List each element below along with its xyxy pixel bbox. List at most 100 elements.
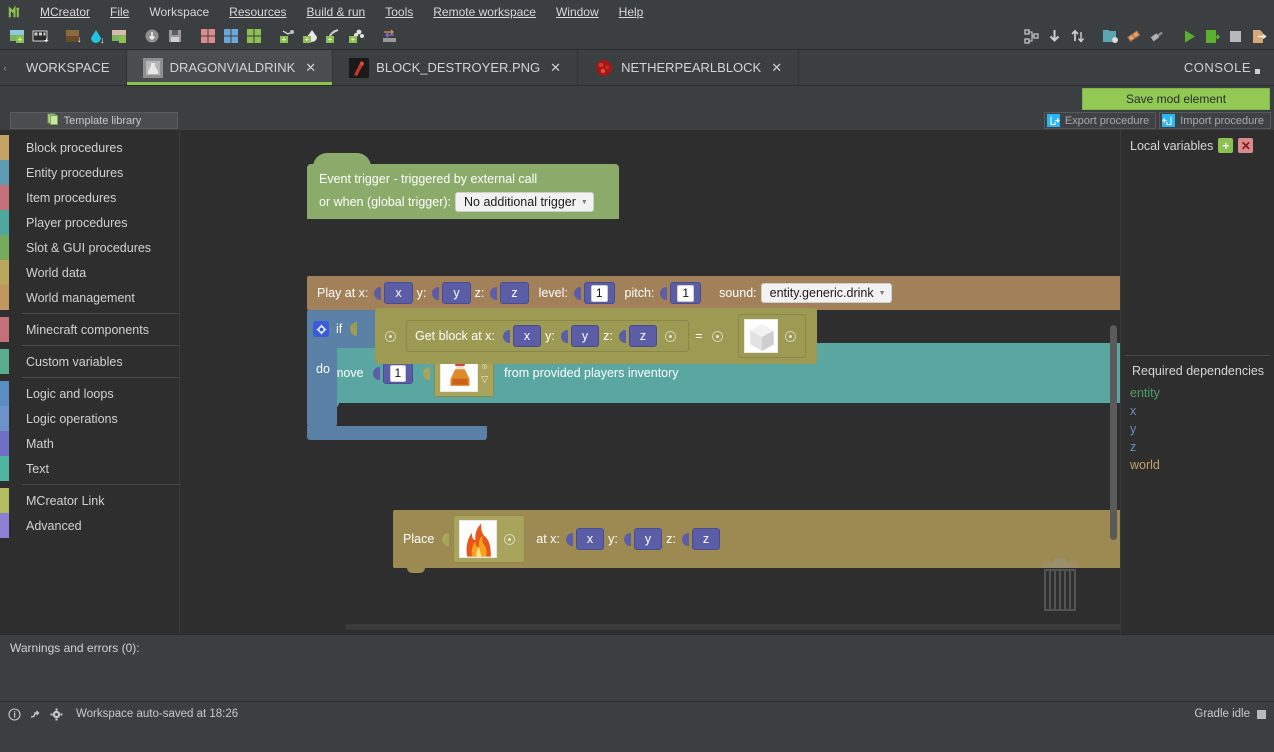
info-icon[interactable] [8, 707, 21, 721]
toolbox-category-custom-variables[interactable]: Custom variables [0, 349, 179, 374]
play-sound-pitch-slot[interactable]: 1 [670, 282, 702, 304]
menu-item-window[interactable]: Window [546, 2, 609, 22]
blockly-canvas[interactable]: Event trigger - triggered by external ca… [180, 130, 1120, 634]
mutator-gear-icon[interactable] [313, 321, 329, 337]
block-condition-compare[interactable]: Get block at x: x y: y z: z = [375, 308, 818, 364]
plus-icon[interactable]: + [1218, 138, 1234, 153]
toolbox-category-entity-procedures[interactable]: Entity procedures [0, 160, 179, 185]
run-server-icon[interactable] [1204, 28, 1221, 45]
upload-icon[interactable] [1069, 28, 1086, 45]
menu-item-help[interactable]: Help [609, 2, 654, 22]
play-sound-pitch-value[interactable]: 1 [677, 284, 695, 302]
canvas-horizontal-scrollbar[interactable] [345, 624, 1120, 630]
tab-block-destroyer-png[interactable]: BLOCK_DESTROYER.PNG ✕ [333, 50, 579, 85]
run-client-icon[interactable] [1181, 28, 1198, 45]
import-procedure-button[interactable]: Import procedure [1159, 112, 1271, 129]
menu-item-resources[interactable]: Resources [219, 2, 296, 22]
menu-item-tools[interactable]: Tools [375, 2, 423, 22]
remove-item-amount-slot[interactable]: 1 [382, 362, 414, 384]
sprite-selector-arrows[interactable]: ⌾ ▽ [481, 362, 488, 384]
remove-item-amount-value[interactable]: 1 [389, 364, 407, 382]
menu-item-workspace[interactable]: Workspace [139, 2, 219, 22]
play-sound-level-value[interactable]: 1 [590, 284, 608, 302]
local-variables-list[interactable] [1121, 159, 1274, 355]
canvas-vertical-scrollbar[interactable] [1110, 325, 1117, 540]
compare-block-slot[interactable] [738, 314, 807, 358]
get-block-z-slot[interactable]: z [628, 325, 658, 347]
reorder-elements-icon[interactable] [381, 28, 398, 45]
tab-close-icon-dragonvialdrink[interactable]: ✕ [305, 60, 316, 76]
download-icon[interactable] [1046, 28, 1063, 45]
export-procedure-button[interactable]: Export procedure [1043, 112, 1157, 129]
play-sound-x-slot[interactable]: x [384, 282, 413, 304]
tab-dragonvialdrink[interactable]: DRAGONVIALDRINK ✕ [126, 50, 334, 85]
add-tool-icon[interactable]: + [325, 28, 342, 45]
play-sound-y-slot[interactable]: y [442, 282, 471, 304]
place-block-sprite-slot[interactable] [453, 515, 526, 563]
workspace-tree-icon[interactable] [1023, 28, 1040, 45]
play-sound-z-slot[interactable]: z [500, 282, 529, 304]
eraser-icon[interactable] [1125, 28, 1142, 45]
toolbox-category-logic-and-loops[interactable]: Logic and loops [0, 381, 179, 406]
item-texture-icon[interactable] [200, 28, 217, 45]
block-texture-icon[interactable] [223, 28, 240, 45]
add-mob-icon[interactable]: + [348, 28, 365, 45]
block-play-sound[interactable]: Play at x: x y: y z: z level: 1 pitch: 1… [307, 276, 1120, 315]
toolbox-category-advanced[interactable]: Advanced [0, 513, 179, 538]
toolbox-category-text[interactable]: Text [0, 456, 179, 481]
block-event-trigger[interactable]: Event trigger - triggered by external ca… [307, 153, 619, 219]
toolbox-category-math[interactable]: Math [0, 431, 179, 456]
place-z-slot[interactable]: z [691, 528, 721, 550]
hammer-icon[interactable] [1148, 28, 1165, 45]
import-texture-icon[interactable] [144, 28, 161, 45]
new-fluid-icon[interactable]: ↓ [88, 28, 105, 45]
place-y-slot[interactable]: y [633, 528, 663, 550]
add-structure-icon[interactable]: + [279, 28, 296, 45]
toolbox-category-world-data[interactable]: World data [0, 260, 179, 285]
entity-texture-icon[interactable] [246, 28, 263, 45]
menu-item-mcreator[interactable]: MCreator [30, 2, 100, 22]
tab-workspace[interactable]: WORKSPACE [10, 50, 127, 85]
toolbox-category-mcreator-link[interactable]: MCreator Link [0, 488, 179, 513]
stop-icon[interactable] [1227, 28, 1244, 45]
new-mod-element-icon[interactable]: + [9, 28, 26, 45]
export-icon[interactable] [1250, 28, 1267, 45]
folder-open-icon[interactable] [1102, 28, 1119, 45]
sound-dropdown[interactable]: entity.generic.drink ▼ [760, 283, 892, 303]
toolbox-category-minecraft-components[interactable]: Minecraft components [0, 317, 179, 342]
tab-close-icon-block-destroyer[interactable]: ✕ [550, 60, 561, 76]
block-place-block[interactable]: Place at x: x y: y z: z [393, 510, 1120, 573]
global-trigger-dropdown[interactable]: No additional trigger ▼ [455, 192, 594, 212]
toolbox-category-player-procedures[interactable]: Player procedures [0, 210, 179, 235]
link-icon[interactable] [29, 708, 42, 721]
get-block-y-slot[interactable]: y [570, 325, 600, 347]
toolbox-category-block-procedures[interactable]: Block procedures [0, 135, 179, 160]
tab-scroll-left-icon[interactable]: ‹ [0, 50, 10, 85]
toolbox-category-slot-gui-procedures[interactable]: Slot & GUI procedures [0, 235, 179, 260]
get-block-subblock[interactable]: Get block at x: x y: y z: z [406, 320, 690, 352]
play-sound-level-slot[interactable]: 1 [583, 282, 615, 304]
template-library-button[interactable]: Template library [10, 112, 178, 129]
console-toggle[interactable]: CONSOLE [1170, 50, 1274, 85]
new-animation-icon[interactable]: + [32, 28, 49, 45]
place-x-slot[interactable]: x [575, 528, 605, 550]
gear-icon[interactable] [50, 708, 63, 721]
sprite-down-icon[interactable]: ▽ [481, 374, 488, 384]
toolbox-category-logic-operations[interactable]: Logic operations [0, 406, 179, 431]
save-mod-element-button[interactable]: Save mod element [1082, 88, 1270, 110]
new-biome-icon[interactable] [111, 28, 128, 45]
menu-item-remote-workspace[interactable]: Remote workspace [423, 2, 546, 22]
trash-can-icon[interactable] [1036, 555, 1084, 613]
menu-item-file[interactable]: File [100, 2, 139, 22]
tab-netherpearlblock[interactable]: NETHERPEARLBLOCK ✕ [578, 50, 800, 85]
tab-close-icon-netherpearlblock[interactable]: ✕ [771, 60, 782, 76]
cross-icon[interactable]: ✕ [1238, 138, 1254, 153]
menu-item-build-run[interactable]: Build & run [297, 2, 376, 22]
get-block-x-slot[interactable]: x [512, 325, 542, 347]
toolbox-category-item-procedures[interactable]: Item procedures [0, 185, 179, 210]
save-texture-icon[interactable] [167, 28, 184, 45]
toolbox-category-world-management[interactable]: World management [0, 285, 179, 310]
add-particle-icon[interactable]: + [302, 28, 319, 45]
stop-square-icon[interactable] [1257, 709, 1266, 719]
new-block-icon[interactable]: ↓ [65, 28, 82, 45]
